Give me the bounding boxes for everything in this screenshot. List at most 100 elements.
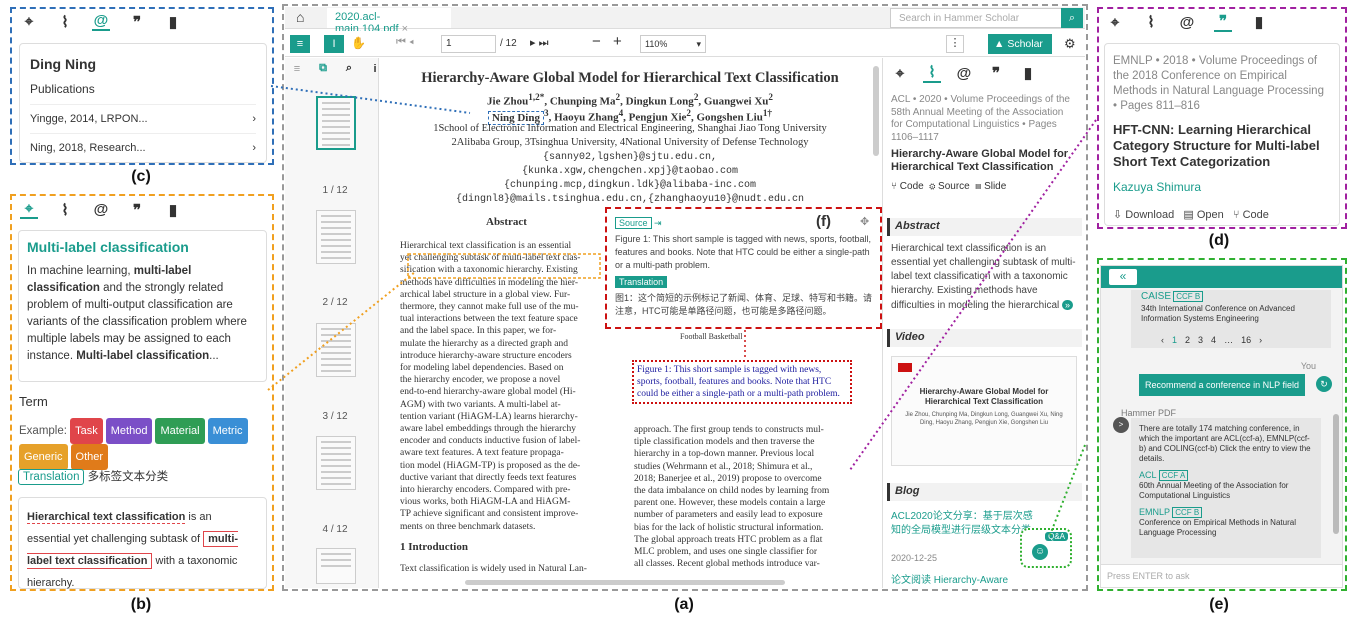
- term-tag[interactable]: Other: [70, 444, 109, 470]
- page-thumbnail[interactable]: [316, 548, 356, 584]
- open-button[interactable]: ▤ Open: [1183, 209, 1223, 221]
- blog-link[interactable]: 论文阅读 Hierarchy-Aware: [891, 571, 1008, 586]
- books-icon[interactable]: ▮: [1250, 13, 1268, 31]
- figure-caption[interactable]: Figure 1: This short sample is tagged wi…: [632, 360, 852, 404]
- scholar-button[interactable]: ▲ Scholar: [988, 34, 1052, 54]
- term-tag[interactable]: Generic: [19, 444, 68, 470]
- abstract-line: tion model (HiAGM-TP) is proposed as the…: [400, 460, 581, 471]
- quote-icon[interactable]: ❞: [128, 201, 146, 219]
- zoom-in-button[interactable]: +: [613, 33, 622, 50]
- quote-icon[interactable]: ❞: [987, 64, 1005, 82]
- page-link[interactable]: ›: [1259, 335, 1262, 345]
- paperclip-icon[interactable]: ⌇: [1142, 13, 1160, 31]
- target-icon[interactable]: ⌖: [1106, 14, 1124, 31]
- page-link[interactable]: 1: [1172, 335, 1177, 345]
- term-tag[interactable]: Metric: [207, 418, 248, 444]
- quote-icon[interactable]: ❞: [128, 13, 146, 31]
- bot-message: There are totally 174 matching conferenc…: [1131, 418, 1321, 558]
- page-link[interactable]: ‹: [1161, 335, 1164, 345]
- move-icon[interactable]: ✥: [860, 215, 869, 228]
- more-button[interactable]: ⋮: [946, 35, 964, 53]
- expand-button[interactable]: »: [1062, 300, 1074, 310]
- term-tag[interactable]: Method: [105, 418, 153, 444]
- video-thumbnail[interactable]: Hierarchy-Aware Global Model for Hierarc…: [891, 356, 1077, 466]
- zoom-select[interactable]: 110% ▾: [640, 35, 706, 53]
- cited-title: HFT-CNN: Learning Hierarchical Category …: [1113, 122, 1320, 169]
- quote-icon[interactable]: ❞: [1214, 12, 1232, 32]
- zoom-out-button[interactable]: −: [592, 33, 601, 50]
- at-icon[interactable]: @: [92, 201, 110, 218]
- search-button[interactable]: ⌕: [1061, 8, 1083, 28]
- search-input[interactable]: Search in Hammer Scholar: [890, 8, 1062, 28]
- page-link[interactable]: 3: [1198, 335, 1203, 345]
- translation-badge[interactable]: Translation: [615, 276, 668, 288]
- page-link[interactable]: 4: [1211, 335, 1216, 345]
- search-icon[interactable]: ⌕: [340, 62, 358, 75]
- horizontal-scrollbar[interactable]: [465, 580, 785, 585]
- paperclip-icon[interactable]: ⌇: [56, 13, 74, 31]
- target-icon[interactable]: ⌖: [20, 200, 38, 219]
- publication-item[interactable]: Ning, 2018, Research... ›: [30, 133, 256, 154]
- body-line: tiple classification models and then tra…: [634, 437, 815, 448]
- info-tabs: ⌖ ⌇ @ ❞ ▮: [891, 63, 1037, 83]
- chat-scrollbar[interactable]: [1333, 414, 1339, 534]
- target-icon[interactable]: ⌖: [20, 13, 38, 30]
- term-tag[interactable]: Material: [155, 418, 205, 444]
- text-select-button[interactable]: I: [324, 35, 344, 53]
- thumbnail-icon[interactable]: ⧉: [314, 62, 332, 75]
- paperclip-icon[interactable]: ⌇: [923, 63, 941, 83]
- page-thumbnail[interactable]: [316, 323, 356, 377]
- code-button[interactable]: ⑂ Code: [1233, 209, 1269, 221]
- source-link[interactable]: ⚙ Source: [929, 181, 969, 192]
- at-icon[interactable]: @: [1178, 14, 1196, 31]
- snippet-task[interactable]: Hierarchical text classification: [27, 511, 186, 524]
- chevron-right-icon: ›: [252, 113, 256, 125]
- conf-entry[interactable]: ACL CCF A 60th Annual Meeting of the Asso…: [1139, 470, 1313, 501]
- thumb-label: 2 / 12: [322, 297, 348, 308]
- page-link[interactable]: 16: [1241, 335, 1251, 345]
- collapse-button[interactable]: «: [1109, 269, 1137, 285]
- books-icon[interactable]: ▮: [1019, 64, 1037, 82]
- page-link[interactable]: 2: [1185, 335, 1190, 345]
- at-icon[interactable]: @: [92, 12, 110, 31]
- link-icon[interactable]: ⇥: [654, 218, 662, 228]
- cited-author[interactable]: Kazuya Shimura: [1113, 180, 1331, 194]
- source-badge[interactable]: Source: [615, 217, 652, 229]
- paperclip-icon[interactable]: ⌇: [56, 201, 74, 219]
- gear-icon[interactable]: ⚙: [1064, 36, 1076, 52]
- term-tag[interactable]: Task: [70, 418, 103, 444]
- page-nav-next[interactable]: ▸ ⏭: [530, 36, 548, 50]
- books-icon[interactable]: ▮: [164, 13, 182, 31]
- chat-input[interactable]: Press ENTER to ask: [1101, 564, 1342, 587]
- vertical-scrollbar[interactable]: [873, 66, 879, 156]
- list-icon[interactable]: ≡: [288, 63, 306, 75]
- authors-line-1: Jie Zhou1,2*, Chunping Ma 2 , Dingkun Long…: [380, 92, 880, 108]
- conf-entry[interactable]: EMNLP CCF B Conference on Empirical Metho…: [1139, 507, 1313, 538]
- target-icon[interactable]: ⌖: [891, 65, 909, 82]
- at-icon[interactable]: @: [955, 65, 973, 82]
- desc-text: In machine learning,: [27, 265, 134, 277]
- page-thumbnail[interactable]: [316, 436, 356, 490]
- abstract-line: tention variant (HiAGM-LA) learns hierar…: [400, 411, 578, 422]
- page-thumbnail[interactable]: [316, 96, 356, 150]
- page-thumbnail[interactable]: [316, 210, 356, 264]
- code-label: Code: [1242, 209, 1269, 221]
- file-tab[interactable]: 2020.acl-main.104.pdf ×: [327, 8, 451, 35]
- hand-icon[interactable]: ✋: [351, 36, 366, 50]
- page-input[interactable]: 1: [441, 35, 496, 53]
- venue-name: EMNLP: [1139, 507, 1171, 517]
- books-icon[interactable]: ▮: [164, 201, 182, 219]
- publication-text: Ning, 2018, Research...: [30, 142, 146, 154]
- blog-link[interactable]: ACL2020论文分享：基于层次感知的全局模型进行层级文本分类: [891, 510, 1041, 538]
- publication-item[interactable]: Yingge, 2014, LRPON... ›: [30, 104, 256, 125]
- slide-link[interactable]: ▤ Slide: [975, 181, 1006, 192]
- page-link[interactable]: …: [1224, 335, 1233, 345]
- menu-button[interactable]: ≡: [290, 35, 310, 53]
- download-button[interactable]: ⇩ Download: [1113, 209, 1174, 221]
- code-link[interactable]: ⑂ Code: [891, 181, 924, 192]
- translation-badge[interactable]: Translation: [18, 469, 85, 485]
- qa-launcher[interactable]: Q&A ☺: [1020, 528, 1072, 568]
- abstract-line: for modeling label dependencies. Based o…: [400, 363, 564, 374]
- refresh-icon[interactable]: ↻: [1316, 376, 1332, 392]
- home-icon[interactable]: ⌂: [296, 9, 304, 25]
